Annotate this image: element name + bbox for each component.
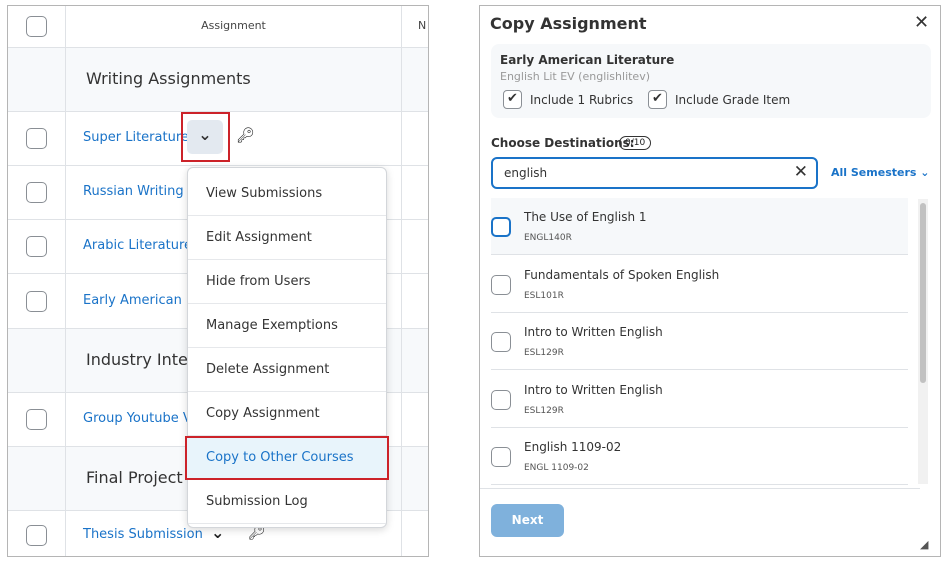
scrollbar[interactable] bbox=[918, 199, 928, 484]
copy-assignment-dialog: Copy Assignment ✕ Early American Literat… bbox=[479, 5, 941, 557]
assignment-link[interactable]: Group Youtube V bbox=[83, 411, 192, 426]
results-list: The Use of English 1 ENGL140R Fundamentals… bbox=[480, 198, 920, 488]
destination-code: ENGL140R bbox=[524, 233, 572, 243]
selection-count-badge: 0/10 bbox=[619, 136, 652, 150]
destination-code: ESL101R bbox=[524, 290, 564, 301]
search-value: english bbox=[504, 166, 548, 180]
destination-item[interactable]: Intro to Written English ESL129R bbox=[491, 371, 908, 428]
resize-handle-icon[interactable]: ◢ bbox=[920, 538, 928, 551]
assignment-context-menu: View Submissions Edit Assignment Hide from… bbox=[185, 167, 389, 528]
row-checkbox[interactable] bbox=[26, 525, 47, 546]
destination-checkbox[interactable] bbox=[491, 447, 511, 467]
row-checkbox[interactable] bbox=[26, 290, 47, 312]
source-info: Early American Literature English Lit EV… bbox=[491, 44, 931, 118]
assignment-link[interactable]: Russian Writing S bbox=[83, 184, 196, 199]
assignment-link[interactable]: Early American L bbox=[83, 293, 193, 308]
destination-code: ESL129R bbox=[524, 348, 564, 358]
destination-title: English 1109-02 bbox=[524, 440, 622, 454]
assignment-column-header[interactable]: Assignment bbox=[66, 19, 401, 32]
row-checkbox[interactable] bbox=[26, 409, 47, 430]
menu-item[interactable]: Submission Log bbox=[188, 480, 386, 524]
menu-item[interactable]: Copy to Other Courses bbox=[185, 436, 389, 480]
semester-filter-dropdown[interactable]: All Semesters ⌄ bbox=[831, 166, 930, 179]
semester-filter-label: All Semesters bbox=[831, 166, 917, 179]
destination-code: ENGL 1109-02 bbox=[524, 463, 589, 473]
include-rubrics-checkbox[interactable]: ✔ bbox=[503, 90, 522, 109]
search-input[interactable]: english ✕ bbox=[491, 157, 818, 189]
include-grade-checkbox[interactable]: ✔ bbox=[648, 90, 667, 109]
destination-item[interactable]: Fundamentals of Spoken English ESL101R bbox=[491, 256, 908, 313]
destination-title: Intro to Written English bbox=[524, 325, 663, 339]
source-course: English Lit EV (englishlitev) bbox=[500, 70, 651, 83]
select-all-checkbox[interactable] bbox=[26, 16, 47, 37]
destination-title: Fundamentals of Spoken English bbox=[524, 267, 720, 282]
destination-item[interactable]: Intro to Written English ESL129R bbox=[491, 313, 908, 370]
destination-checkbox[interactable] bbox=[491, 332, 511, 352]
destination-checkbox[interactable] bbox=[491, 274, 511, 295]
include-grade-label: Include Grade Item bbox=[675, 93, 791, 107]
destination-item[interactable]: English 1109-02 ENGL 1109-02 bbox=[491, 428, 908, 485]
destination-checkbox[interactable] bbox=[491, 389, 511, 410]
destination-title: The Use of English 1 bbox=[524, 210, 647, 224]
section-title: Final Project bbox=[86, 468, 183, 487]
menu-item[interactable]: Manage Exemptions bbox=[188, 304, 386, 348]
clear-search-icon[interactable]: ✕ bbox=[794, 162, 808, 182]
section-row: Writing Assignments bbox=[8, 48, 428, 112]
chevron-down-icon: ⌄ bbox=[187, 120, 223, 154]
dialog-title: Copy Assignment bbox=[490, 14, 647, 33]
next-button[interactable]: Next bbox=[491, 504, 564, 537]
table-header: Assignment N bbox=[8, 6, 428, 48]
source-name: Early American Literature bbox=[500, 53, 675, 67]
destination-item[interactable]: The Use of English 1 ENGL140R bbox=[491, 198, 908, 255]
choose-destinations-label: Choose Destinations: bbox=[491, 136, 635, 150]
assignment-link[interactable]: Thesis Submission bbox=[83, 527, 203, 542]
include-rubrics-label: Include 1 Rubrics bbox=[530, 93, 634, 107]
menu-item[interactable]: Delete Assignment bbox=[188, 348, 386, 392]
row-checkbox[interactable] bbox=[26, 182, 47, 203]
destination-code: ESL129R bbox=[524, 405, 564, 416]
assignment-link[interactable]: Arabic Literature bbox=[83, 238, 192, 253]
destination-checkbox[interactable] bbox=[491, 217, 511, 237]
chevron-down-icon: ⌄ bbox=[920, 166, 930, 179]
key-icon: 🔑︎ bbox=[236, 126, 256, 144]
assignment-link[interactable]: Super Literature bbox=[83, 130, 189, 145]
column-header[interactable]: N bbox=[418, 19, 426, 32]
row-checkbox[interactable] bbox=[26, 128, 47, 149]
actions-dropdown-button[interactable]: ⌄ bbox=[181, 112, 230, 162]
destination-title: Intro to Written English bbox=[524, 382, 663, 397]
close-icon[interactable]: ✕ bbox=[914, 12, 929, 33]
row-checkbox[interactable] bbox=[26, 236, 47, 257]
menu-item[interactable]: Copy Assignment bbox=[188, 392, 386, 436]
menu-item[interactable]: View Submissions bbox=[188, 172, 386, 216]
table-row: Super Literature ⌄ 🔑︎ bbox=[8, 112, 428, 166]
section-title: Writing Assignments bbox=[86, 69, 251, 88]
menu-item[interactable]: Hide from Users bbox=[188, 260, 386, 304]
menu-item[interactable]: Edit Assignment bbox=[188, 216, 386, 260]
